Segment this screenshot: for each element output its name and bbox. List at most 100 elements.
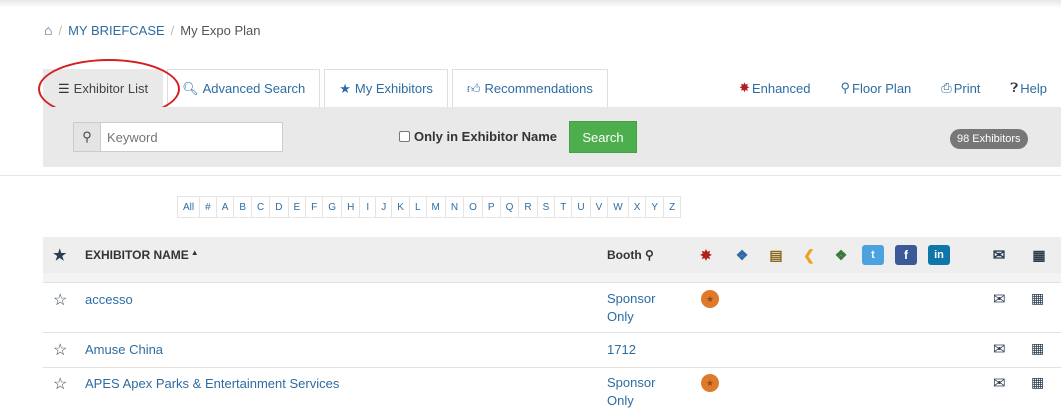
linkedin-icon: in xyxy=(928,245,950,265)
alphabet-filter-e[interactable]: E xyxy=(287,196,307,218)
tab-advanced-search[interactable]: 🔍︎ Advanced Search xyxy=(167,69,321,107)
booth-value: 1712 xyxy=(607,341,667,359)
alphabet-filter-i[interactable]: I xyxy=(359,196,377,218)
tab-my-exhibitors[interactable]: ★ My Exhibitors xyxy=(324,69,448,107)
floor-plan-label: Floor Plan xyxy=(852,80,912,96)
exhibitor-name-header[interactable]: EXHIBITOR NAME ▲ xyxy=(85,248,199,262)
enhanced-badge-icon: ★ xyxy=(701,290,719,308)
tab-bar: ☰ Exhibitor List 🔍︎ Advanced Search ★ My… xyxy=(43,69,612,107)
alphabet-filter-d[interactable]: D xyxy=(269,196,289,218)
favorite-star-icon[interactable]: ☆ xyxy=(53,290,67,310)
favorite-star-icon[interactable]: ☆ xyxy=(53,374,67,394)
alphabet-filter-n[interactable]: N xyxy=(444,196,465,218)
table-row: ☆ APES Apex Parks & Entertainment Servic… xyxy=(43,368,1061,415)
exhibitor-name-link[interactable]: accesso xyxy=(85,292,133,307)
alphabet-filter-c[interactable]: C xyxy=(251,196,271,218)
alphabet-filter-r[interactable]: R xyxy=(518,196,538,218)
favorite-star-icon[interactable]: ☆ xyxy=(53,340,67,360)
mail-icon[interactable]: ✉ xyxy=(993,340,1006,358)
enhanced-label: Enhanced xyxy=(751,80,811,96)
alphabet-filter-q[interactable]: Q xyxy=(499,196,520,218)
breadcrumb-separator: / xyxy=(170,22,175,38)
breadcrumb-my-briefcase[interactable]: MY BRIEFCASE xyxy=(68,23,165,38)
tab-exhibitor-list[interactable]: ☰ Exhibitor List xyxy=(43,69,164,107)
search-icon: 🔍︎ xyxy=(182,80,199,96)
alphabet-filter-all[interactable]: All xyxy=(177,196,201,218)
alphabet-filter-l[interactable]: L xyxy=(408,196,427,218)
mail-icon[interactable]: ✉ xyxy=(993,290,1006,308)
favorite-all-star-icon[interactable]: ★ xyxy=(53,246,66,264)
alphabet-filter-z[interactable]: Z xyxy=(663,196,682,218)
tag-icon: ❖ xyxy=(735,246,749,263)
alphabet-filter-s[interactable]: S xyxy=(536,196,556,218)
help-link[interactable]: ❓︎ Help xyxy=(1010,80,1047,96)
booth-line1: 1712 xyxy=(607,342,636,357)
alphabet-filter-t[interactable]: T xyxy=(554,196,573,218)
tab-label: My Exhibitors xyxy=(354,81,433,96)
star-icon: ★ xyxy=(339,80,351,96)
table-row: ☆ Amuse China 1712 ✉ ▦ xyxy=(43,333,1061,368)
help-label: Help xyxy=(1020,80,1047,96)
floor-plan-link[interactable]: ⚲ Floor Plan xyxy=(841,80,912,96)
exhibitor-name-header-label: EXHIBITOR NAME xyxy=(85,248,189,262)
tab-recommendations[interactable]: 👍︎ Recommendations xyxy=(451,69,608,107)
shopping-bag-icon: ▤ xyxy=(769,246,783,263)
twitter-icon: t xyxy=(862,245,884,265)
table-spacer xyxy=(43,273,1061,283)
facebook-icon: f xyxy=(895,245,917,265)
alphabet-filter-u[interactable]: U xyxy=(571,196,591,218)
booth-header[interactable]: Booth ⚲ xyxy=(607,248,654,262)
alphabet-filter-g[interactable]: G xyxy=(322,196,343,218)
enhanced-link[interactable]: ✸ Enhanced xyxy=(739,80,810,96)
keyword-input[interactable] xyxy=(101,122,283,152)
alphabet-filter-hash[interactable]: # xyxy=(199,196,217,218)
calendar-icon: ▦ xyxy=(1032,246,1046,263)
alphabet-filter-h[interactable]: H xyxy=(341,196,361,218)
alphabet-filter-w[interactable]: W xyxy=(607,196,629,218)
rss-icon: ❮ xyxy=(803,246,815,263)
alphabet-filter-v[interactable]: V xyxy=(589,196,609,218)
checkbox-box[interactable] xyxy=(399,131,410,142)
sort-ascending-icon: ▲ xyxy=(190,248,199,257)
breadcrumb-my-expo-plan: My Expo Plan xyxy=(180,22,261,38)
exhibitor-count-label: Exhibitors xyxy=(972,133,1021,145)
alphabet-filter-f[interactable]: F xyxy=(305,196,324,218)
alphabet-filter-b[interactable]: B xyxy=(233,196,253,218)
alphabet-filter-a[interactable]: A xyxy=(215,196,235,218)
mail-icon[interactable]: ✉ xyxy=(993,374,1006,392)
breadcrumb: ⌂ / MY BRIEFCASE / My Expo Plan xyxy=(44,22,260,38)
tab-label: Recommendations xyxy=(484,81,593,96)
search-button[interactable]: Search xyxy=(569,121,637,153)
booth-value: Sponsor Only xyxy=(607,290,667,326)
booth-line2: Only xyxy=(607,309,634,324)
booth-line1: Sponsor xyxy=(607,375,656,390)
alphabet-filter-x[interactable]: X xyxy=(627,196,647,218)
calendar-icon[interactable]: ▦ xyxy=(1031,340,1044,357)
map-marker-icon: ⚲ xyxy=(645,248,654,262)
top-shadow-bar xyxy=(0,0,1061,8)
only-in-exhibitor-name-checkbox[interactable]: Only in Exhibitor Name xyxy=(399,129,557,144)
keyword-search-group: ⚲ xyxy=(73,122,283,152)
alphabet-filter-p[interactable]: P xyxy=(481,196,501,218)
print-link[interactable]: ⎙ Print xyxy=(941,80,980,96)
search-panel: ⚲ Only in Exhibitor Name Search 98 Exhib… xyxy=(43,107,1061,167)
exhibitor-count-badge: 98 Exhibitors xyxy=(950,129,1028,149)
alphabet-filter-m[interactable]: M xyxy=(425,196,446,218)
search-icon: ⚲ xyxy=(73,122,101,152)
table-row: ☆ accesso Sponsor Only ★ ✉ ▦ xyxy=(43,283,1061,333)
calendar-icon[interactable]: ▦ xyxy=(1031,290,1044,307)
alphabet-filter-o[interactable]: O xyxy=(463,196,483,218)
breadcrumb-separator: / xyxy=(58,22,63,38)
home-icon[interactable]: ⌂ xyxy=(44,22,52,38)
page-actions: ✸ Enhanced ⚲ Floor Plan ⎙ Print ❓︎ Help xyxy=(709,80,1047,96)
table-header: ★ EXHIBITOR NAME ▲ Booth ⚲ ✸ ❖ ▤ ❮ ❖ t f … xyxy=(43,237,1061,273)
alphabet-filter-j[interactable]: J xyxy=(375,196,393,218)
alphabet-filter-y[interactable]: Y xyxy=(645,196,665,218)
exhibitor-name-link[interactable]: Amuse China xyxy=(85,342,163,357)
calendar-icon[interactable]: ▦ xyxy=(1031,374,1044,391)
price-tag-icon: ❖ xyxy=(834,246,848,263)
exhibitor-name-link[interactable]: APES Apex Parks & Entertainment Services xyxy=(85,376,339,391)
mail-icon: ✉ xyxy=(992,247,1006,264)
map-marker-icon: ⚲ xyxy=(840,80,851,95)
alphabet-filter-k[interactable]: K xyxy=(391,196,410,218)
